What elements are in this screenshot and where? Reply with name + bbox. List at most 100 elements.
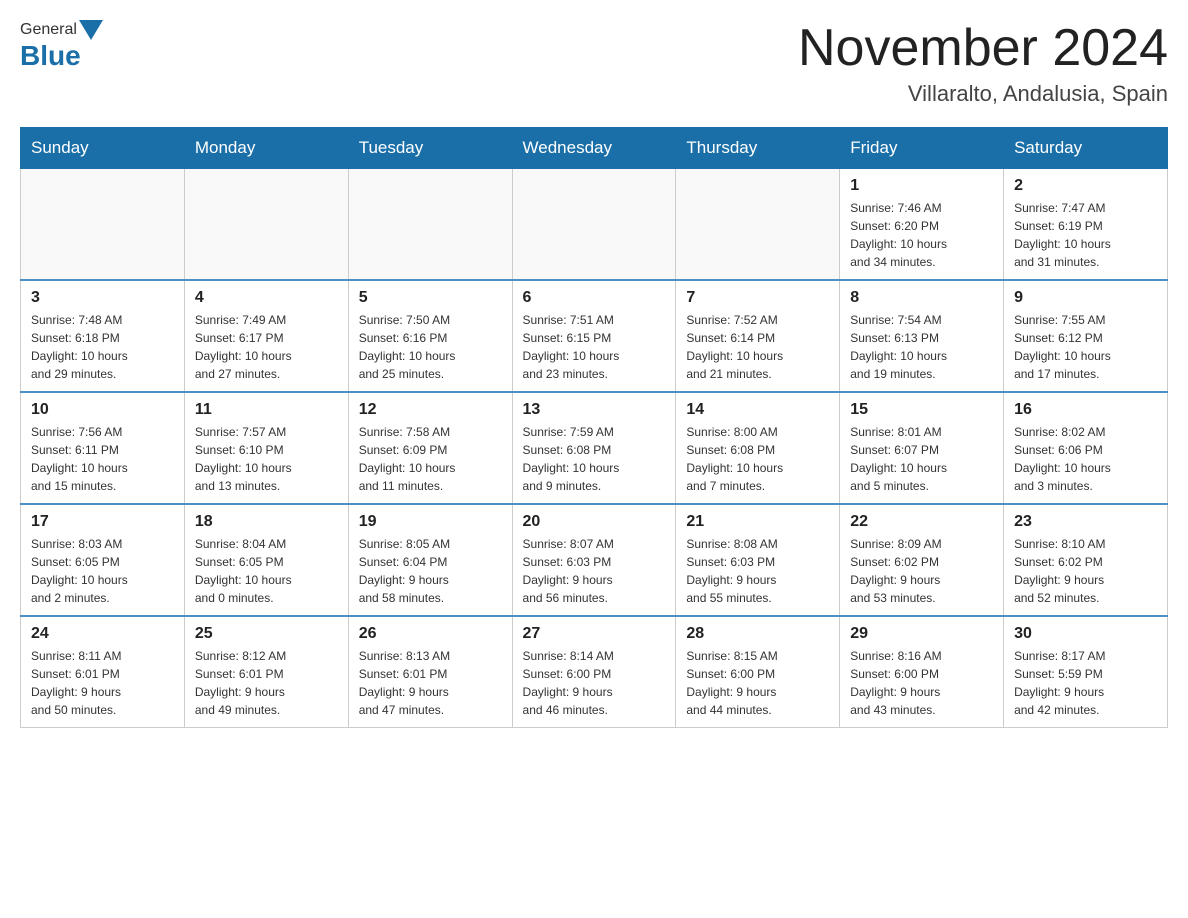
day-number: 5 — [359, 289, 502, 307]
day-info: Sunrise: 8:02 AM Sunset: 6:06 PM Dayligh… — [1014, 423, 1157, 495]
calendar-cell: 7Sunrise: 7:52 AM Sunset: 6:14 PM Daylig… — [676, 280, 840, 392]
logo: General Blue — [20, 20, 105, 72]
calendar-cell: 18 Sunrise: 8:04 AM Sunset: 6:05 PM Dayli… — [184, 504, 348, 616]
day-info: Sunrise: 7:59 AM Sunset: 6:08 PM Dayligh… — [523, 423, 666, 495]
calendar-cell: 27Sunrise: 8:14 AM Sunset: 6:00 PM Dayli… — [512, 616, 676, 728]
day-number: 11 — [195, 401, 338, 419]
day-info: Sunrise: 8:04 AM Sunset: 6:05 PM Dayligh… — [195, 535, 338, 607]
day-number: 27 — [523, 625, 666, 643]
day-info: Sunrise: 7:54 AM Sunset: 6:13 PM Dayligh… — [850, 311, 993, 383]
logo-triangle-icon — [79, 20, 103, 40]
day-number: 8 — [850, 289, 993, 307]
day-number: 21 — [686, 513, 829, 531]
weekday-header-row: SundayMondayTuesdayWednesdayThursdayFrid… — [21, 128, 1168, 169]
calendar-cell — [184, 169, 348, 281]
calendar-cell — [348, 169, 512, 281]
day-info: Sunrise: 8:11 AM Sunset: 6:01 PM Dayligh… — [31, 647, 174, 719]
calendar-cell: 26 Sunrise: 8:13 AM Sunset: 6:01 PM Dayli… — [348, 616, 512, 728]
day-number: 26 — [359, 625, 502, 643]
day-info: Sunrise: 7:49 AM Sunset: 6:17 PM Dayligh… — [195, 311, 338, 383]
calendar-cell: 6Sunrise: 7:51 AM Sunset: 6:15 PM Daylig… — [512, 280, 676, 392]
day-info: Sunrise: 8:13 AM Sunset: 6:01 PM Dayligh… — [359, 647, 502, 719]
logo-blue-text: Blue — [20, 40, 81, 72]
calendar-week-row: 3 Sunrise: 7:48 AM Sunset: 6:18 PM Daylig… — [21, 280, 1168, 392]
day-info: Sunrise: 7:48 AM Sunset: 6:18 PM Dayligh… — [31, 311, 174, 383]
calendar-cell — [512, 169, 676, 281]
calendar-table: SundayMondayTuesdayWednesdayThursdayFrid… — [20, 127, 1168, 728]
day-info: Sunrise: 8:09 AM Sunset: 6:02 PM Dayligh… — [850, 535, 993, 607]
calendar-cell: 4 Sunrise: 7:49 AM Sunset: 6:17 PM Daylig… — [184, 280, 348, 392]
title-section: November 2024 Villaralto, Andalusia, Spa… — [798, 20, 1168, 107]
day-info: Sunrise: 8:03 AM Sunset: 6:05 PM Dayligh… — [31, 535, 174, 607]
day-info: Sunrise: 8:16 AM Sunset: 6:00 PM Dayligh… — [850, 647, 993, 719]
calendar-cell: 23 Sunrise: 8:10 AM Sunset: 6:02 PM Dayli… — [1004, 504, 1168, 616]
day-number: 7 — [686, 289, 829, 307]
calendar-cell: 30 Sunrise: 8:17 AM Sunset: 5:59 PM Dayli… — [1004, 616, 1168, 728]
day-info: Sunrise: 7:57 AM Sunset: 6:10 PM Dayligh… — [195, 423, 338, 495]
calendar-cell — [676, 169, 840, 281]
page-header: General Blue November 2024 Villaralto, A… — [20, 20, 1168, 107]
calendar-cell: 28 Sunrise: 8:15 AM Sunset: 6:00 PM Dayli… — [676, 616, 840, 728]
day-info: Sunrise: 8:01 AM Sunset: 6:07 PM Dayligh… — [850, 423, 993, 495]
location-title: Villaralto, Andalusia, Spain — [798, 81, 1168, 107]
calendar-cell: 16 Sunrise: 8:02 AM Sunset: 6:06 PM Dayli… — [1004, 392, 1168, 504]
calendar-cell: 3 Sunrise: 7:48 AM Sunset: 6:18 PM Daylig… — [21, 280, 185, 392]
day-number: 16 — [1014, 401, 1157, 419]
calendar-cell: 13 Sunrise: 7:59 AM Sunset: 6:08 PM Dayli… — [512, 392, 676, 504]
day-info: Sunrise: 8:07 AM Sunset: 6:03 PM Dayligh… — [523, 535, 666, 607]
day-info: Sunrise: 7:46 AM Sunset: 6:20 PM Dayligh… — [850, 199, 993, 271]
calendar-cell: 2 Sunrise: 7:47 AM Sunset: 6:19 PM Daylig… — [1004, 169, 1168, 281]
day-number: 28 — [686, 625, 829, 643]
day-number: 13 — [523, 401, 666, 419]
weekday-header-friday: Friday — [840, 128, 1004, 169]
calendar-cell: 8 Sunrise: 7:54 AM Sunset: 6:13 PM Daylig… — [840, 280, 1004, 392]
day-number: 1 — [850, 177, 993, 195]
calendar-cell: 24 Sunrise: 8:11 AM Sunset: 6:01 PM Dayli… — [21, 616, 185, 728]
day-info: Sunrise: 8:17 AM Sunset: 5:59 PM Dayligh… — [1014, 647, 1157, 719]
calendar-week-row: 10 Sunrise: 7:56 AM Sunset: 6:11 PM Dayli… — [21, 392, 1168, 504]
weekday-header-sunday: Sunday — [21, 128, 185, 169]
day-number: 17 — [31, 513, 174, 531]
calendar-cell: 1 Sunrise: 7:46 AM Sunset: 6:20 PM Daylig… — [840, 169, 1004, 281]
calendar-cell: 20 Sunrise: 8:07 AM Sunset: 6:03 PM Dayli… — [512, 504, 676, 616]
day-info: Sunrise: 7:55 AM Sunset: 6:12 PM Dayligh… — [1014, 311, 1157, 383]
calendar-cell: 10 Sunrise: 7:56 AM Sunset: 6:11 PM Dayli… — [21, 392, 185, 504]
day-number: 22 — [850, 513, 993, 531]
day-info: Sunrise: 7:58 AM Sunset: 6:09 PM Dayligh… — [359, 423, 502, 495]
calendar-cell: 12 Sunrise: 7:58 AM Sunset: 6:09 PM Dayli… — [348, 392, 512, 504]
calendar-cell: 22 Sunrise: 8:09 AM Sunset: 6:02 PM Dayli… — [840, 504, 1004, 616]
weekday-header-monday: Monday — [184, 128, 348, 169]
calendar-cell: 5Sunrise: 7:50 AM Sunset: 6:16 PM Daylig… — [348, 280, 512, 392]
day-number: 18 — [195, 513, 338, 531]
day-number: 2 — [1014, 177, 1157, 195]
day-number: 24 — [31, 625, 174, 643]
day-number: 20 — [523, 513, 666, 531]
day-number: 14 — [686, 401, 829, 419]
calendar-cell: 29Sunrise: 8:16 AM Sunset: 6:00 PM Dayli… — [840, 616, 1004, 728]
day-number: 6 — [523, 289, 666, 307]
day-info: Sunrise: 8:00 AM Sunset: 6:08 PM Dayligh… — [686, 423, 829, 495]
day-info: Sunrise: 8:15 AM Sunset: 6:00 PM Dayligh… — [686, 647, 829, 719]
day-info: Sunrise: 8:12 AM Sunset: 6:01 PM Dayligh… — [195, 647, 338, 719]
day-number: 19 — [359, 513, 502, 531]
day-info: Sunrise: 8:05 AM Sunset: 6:04 PM Dayligh… — [359, 535, 502, 607]
day-number: 9 — [1014, 289, 1157, 307]
day-number: 23 — [1014, 513, 1157, 531]
day-info: Sunrise: 7:47 AM Sunset: 6:19 PM Dayligh… — [1014, 199, 1157, 271]
day-number: 10 — [31, 401, 174, 419]
day-info: Sunrise: 7:56 AM Sunset: 6:11 PM Dayligh… — [31, 423, 174, 495]
calendar-cell: 9 Sunrise: 7:55 AM Sunset: 6:12 PM Daylig… — [1004, 280, 1168, 392]
calendar-week-row: 1 Sunrise: 7:46 AM Sunset: 6:20 PM Daylig… — [21, 169, 1168, 281]
day-number: 30 — [1014, 625, 1157, 643]
month-title: November 2024 — [798, 20, 1168, 77]
day-number: 25 — [195, 625, 338, 643]
calendar-week-row: 24 Sunrise: 8:11 AM Sunset: 6:01 PM Dayli… — [21, 616, 1168, 728]
weekday-header-saturday: Saturday — [1004, 128, 1168, 169]
weekday-header-tuesday: Tuesday — [348, 128, 512, 169]
day-number: 3 — [31, 289, 174, 307]
day-info: Sunrise: 8:10 AM Sunset: 6:02 PM Dayligh… — [1014, 535, 1157, 607]
calendar-cell — [21, 169, 185, 281]
day-number: 4 — [195, 289, 338, 307]
weekday-header-wednesday: Wednesday — [512, 128, 676, 169]
day-number: 12 — [359, 401, 502, 419]
